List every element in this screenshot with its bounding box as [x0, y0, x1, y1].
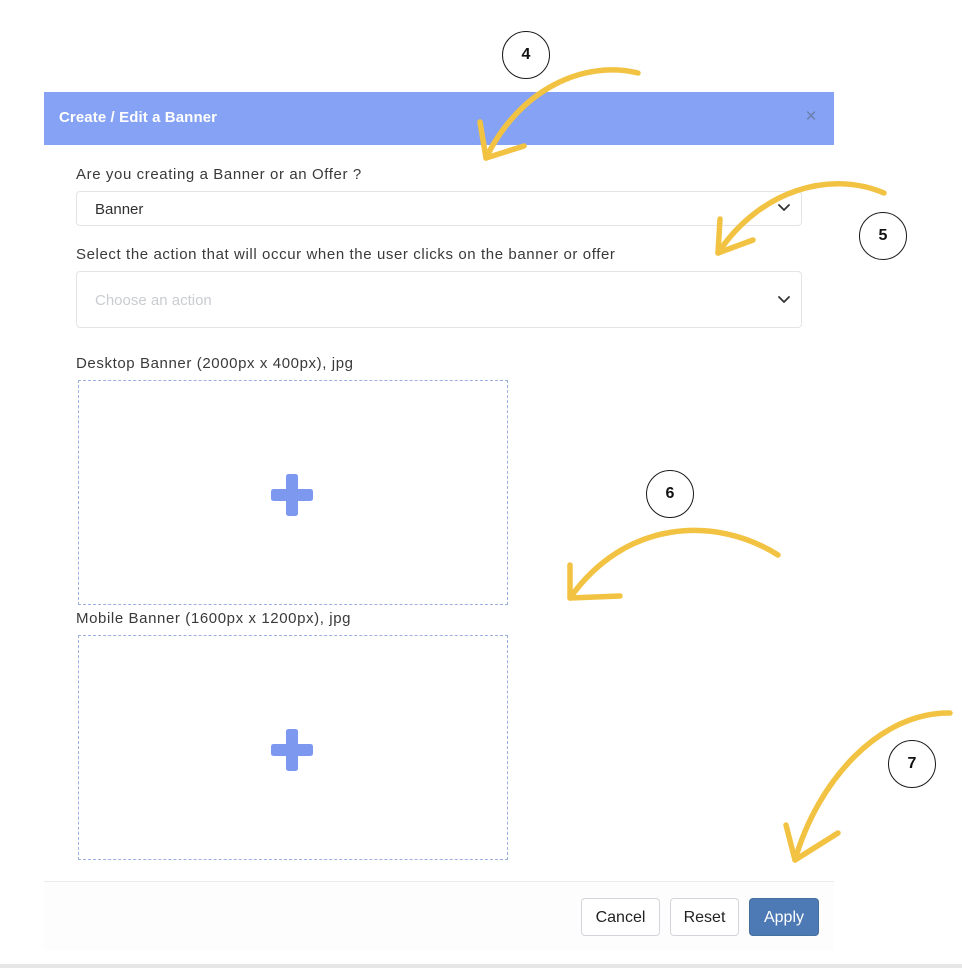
plus-icon: [271, 729, 313, 771]
action-placeholder: Choose an action: [95, 292, 212, 309]
desktop-banner-label: Desktop Banner (2000px x 400px), jpg: [76, 355, 354, 372]
chevron-down-icon: [778, 204, 790, 211]
banner-type-label: Are you creating a Banner or an Offer ?: [76, 166, 362, 183]
action-select[interactable]: Choose an action: [76, 271, 802, 328]
step-badge-4: 4: [502, 31, 550, 79]
dialog-footer: Cancel Reset Apply: [44, 882, 834, 950]
step-badge-7: 7: [888, 740, 936, 788]
action-label: Select the action that will occur when t…: [76, 246, 616, 263]
desktop-banner-upload[interactable]: [78, 380, 508, 605]
dialog-body: Are you creating a Banner or an Offer ? …: [44, 145, 834, 881]
close-icon[interactable]: ×: [802, 106, 820, 128]
plus-icon: [271, 474, 313, 516]
mobile-banner-upload[interactable]: [78, 635, 508, 860]
banner-type-select[interactable]: Banner: [76, 191, 802, 226]
apply-button[interactable]: Apply: [749, 898, 819, 936]
cancel-button[interactable]: Cancel: [581, 898, 660, 936]
chevron-down-icon: [778, 296, 790, 303]
page-bottom-band: [0, 964, 962, 968]
banner-type-value: Banner: [95, 201, 144, 218]
step-badge-5: 5: [859, 212, 907, 260]
dialog-title: Create / Edit a Banner: [59, 109, 218, 126]
mobile-banner-label: Mobile Banner (1600px x 1200px), jpg: [76, 610, 352, 627]
reset-button[interactable]: Reset: [670, 898, 739, 936]
step-badge-6: 6: [646, 470, 694, 518]
dialog-header: Create / Edit a Banner ×: [44, 92, 834, 145]
